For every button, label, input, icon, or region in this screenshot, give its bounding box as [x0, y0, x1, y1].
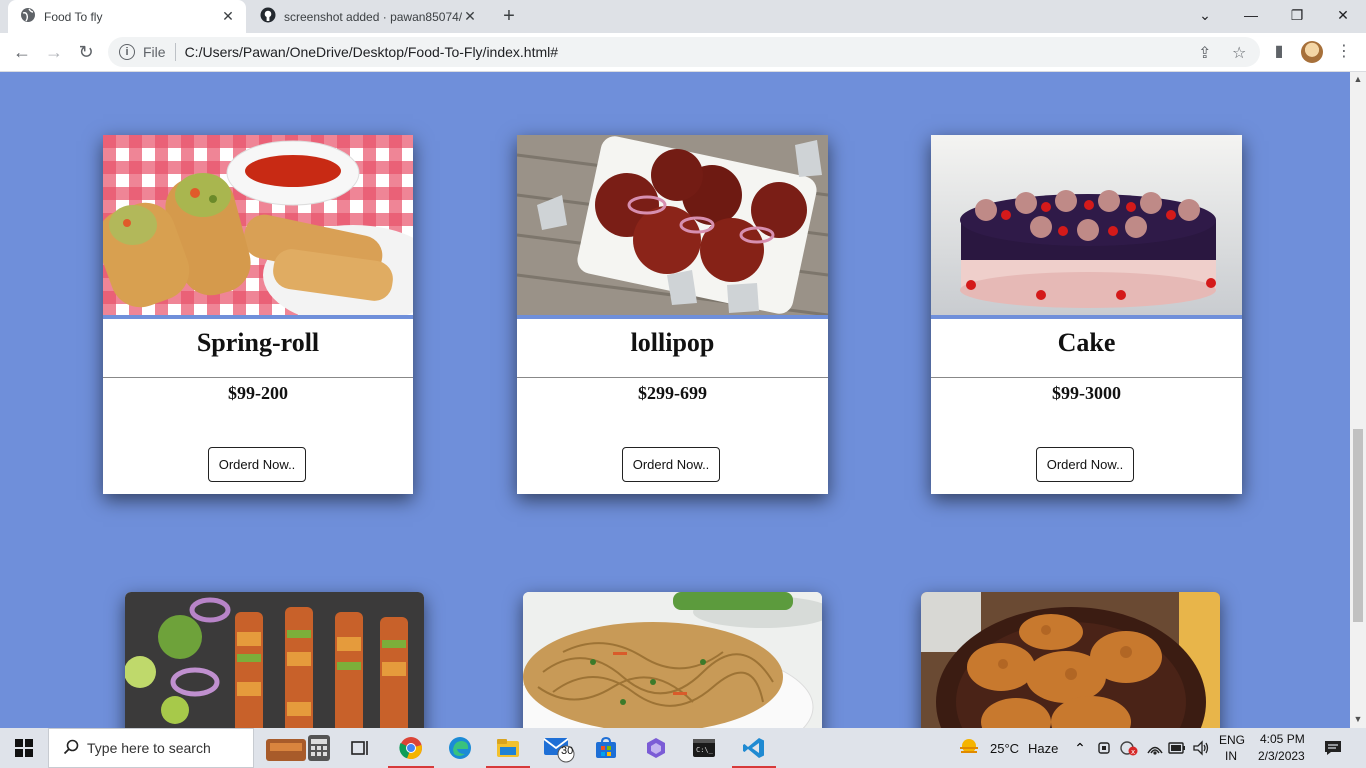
- volume-icon[interactable]: [1190, 728, 1212, 768]
- file-scheme-label: File: [143, 44, 166, 60]
- svg-text:C:\_: C:\_: [696, 746, 714, 754]
- close-window-button[interactable]: ✕: [1320, 0, 1366, 32]
- spring-roll-image: [103, 135, 413, 325]
- divider: [174, 43, 176, 61]
- tab-title: screenshot added · pawan85074/: [284, 9, 462, 24]
- svg-text:x: x: [1131, 748, 1135, 756]
- food-card: lollipop $299-699 Orderd Now..: [517, 135, 828, 494]
- order-now-button[interactable]: Orderd Now..: [1036, 447, 1134, 482]
- chrome-icon[interactable]: [388, 728, 434, 768]
- bookmark-star-icon[interactable]: ☆: [1232, 43, 1246, 63]
- chicken-lollipop-image: [517, 135, 828, 317]
- food-card: Cake $99-3000 Orderd Now..: [931, 135, 1242, 494]
- mail-badge: 30: [561, 745, 574, 757]
- search-highlight-image[interactable]: [262, 728, 336, 768]
- wifi-icon[interactable]: [1144, 728, 1166, 768]
- paneer-tikka-image: [125, 592, 424, 728]
- page-viewport: Spring-roll $99-200 Orderd Now.. lollipo…: [0, 72, 1350, 728]
- weather-condition[interactable]: Haze: [1028, 741, 1058, 756]
- scroll-up-arrow-icon[interactable]: ▲: [1353, 74, 1363, 84]
- restore-button[interactable]: ❐: [1274, 0, 1320, 32]
- divider: [517, 377, 828, 378]
- chevron-up-icon[interactable]: ⌃: [1070, 728, 1090, 768]
- minimize-button[interactable]: —: [1228, 0, 1274, 32]
- input-region[interactable]: IN: [1225, 749, 1237, 763]
- close-tab-icon[interactable]: ✕: [462, 8, 478, 25]
- divider: [931, 377, 1242, 378]
- image-underline: [517, 315, 828, 319]
- food-card: [125, 592, 424, 728]
- mail-icon[interactable]: 30: [536, 728, 582, 768]
- food-name: Spring-roll: [196, 328, 320, 357]
- image-underline: [103, 315, 413, 319]
- side-panel-icon[interactable]: ▮: [1265, 39, 1293, 65]
- terminal-icon[interactable]: C:\_: [682, 728, 726, 768]
- battery-icon[interactable]: [1166, 728, 1188, 768]
- tab-github[interactable]: screenshot added · pawan85074/ ✕: [248, 0, 488, 33]
- food-card: [523, 592, 822, 728]
- food-price: $299-699: [638, 383, 707, 403]
- menu-kebab-icon[interactable]: ⋮: [1330, 39, 1358, 65]
- share-icon[interactable]: ⇪: [1198, 43, 1211, 63]
- chocolate-cake-image: [931, 135, 1242, 315]
- tab-title: Food To fly: [44, 9, 103, 24]
- tab-search-chevron-icon[interactable]: ⌄: [1182, 0, 1228, 32]
- divider: [103, 377, 413, 378]
- clock-date[interactable]: 2/3/2023: [1258, 749, 1305, 763]
- microsoft-store-icon[interactable]: [584, 728, 628, 768]
- tab-food-to-fly[interactable]: Food To fly ✕: [8, 0, 246, 33]
- page-scrollbar[interactable]: ▲ ▼: [1350, 72, 1366, 728]
- scrollbar-thumb[interactable]: [1353, 429, 1363, 622]
- windows-start-icon[interactable]: [0, 728, 48, 768]
- profile-avatar[interactable]: [1301, 41, 1323, 63]
- weather-temperature[interactable]: 25°C: [990, 741, 1019, 756]
- food-price: $99-3000: [1052, 383, 1121, 403]
- fried-patties-image: [921, 592, 1220, 728]
- info-icon[interactable]: i: [119, 44, 135, 60]
- reload-icon[interactable]: ↻: [72, 39, 100, 65]
- antivirus-alert-icon[interactable]: x: [1118, 728, 1140, 768]
- address-bar[interactable]: i File C:/Users/Pawan/OneDrive/Desktop/F…: [108, 37, 1260, 67]
- new-tab-button[interactable]: +: [496, 4, 522, 30]
- vscode-icon[interactable]: [732, 728, 776, 768]
- weather-haze-icon[interactable]: [956, 728, 982, 768]
- browser-toolbar: ← → ↻ i File C:/Users/Pawan/OneDrive/Des…: [0, 33, 1366, 72]
- github-icon: [260, 7, 276, 26]
- back-arrow-icon[interactable]: ←: [8, 39, 36, 65]
- scroll-down-arrow-icon[interactable]: ▼: [1353, 714, 1363, 724]
- order-now-button[interactable]: Orderd Now..: [622, 447, 720, 482]
- hakka-noodles-image: [523, 592, 822, 728]
- food-name: lollipop: [630, 328, 715, 357]
- search-icon: [63, 739, 79, 758]
- food-card: [921, 592, 1220, 728]
- notification-icon[interactable]: [1318, 728, 1348, 768]
- image-underline: [931, 315, 1242, 319]
- file-explorer-icon[interactable]: [486, 728, 530, 768]
- food-card: Spring-roll $99-200 Orderd Now..: [103, 135, 413, 494]
- close-tab-icon[interactable]: ✕: [220, 8, 236, 25]
- food-price: $99-200: [228, 383, 288, 403]
- meet-now-icon[interactable]: [1094, 728, 1116, 768]
- task-view-icon[interactable]: [340, 728, 380, 768]
- input-language[interactable]: ENG: [1219, 733, 1245, 747]
- search-placeholder: Type here to search: [87, 740, 211, 756]
- copilot-icon[interactable]: [634, 728, 678, 768]
- tab-strip: Food To fly ✕ screenshot added · pawan85…: [0, 0, 1366, 33]
- globe-icon: [20, 7, 36, 26]
- order-now-button[interactable]: Orderd Now..: [208, 447, 306, 482]
- clock-time[interactable]: 4:05 PM: [1260, 732, 1305, 746]
- food-name: Cake: [1057, 328, 1116, 357]
- taskbar-search-box[interactable]: Type here to search: [48, 728, 254, 768]
- forward-arrow-icon[interactable]: →: [40, 39, 68, 65]
- windows-taskbar: Type here to search 30 C:\_ 25°C Haze ⌃: [0, 728, 1366, 768]
- url-text[interactable]: C:/Users/Pawan/OneDrive/Desktop/Food-To-…: [185, 44, 558, 60]
- edge-icon[interactable]: [438, 728, 482, 768]
